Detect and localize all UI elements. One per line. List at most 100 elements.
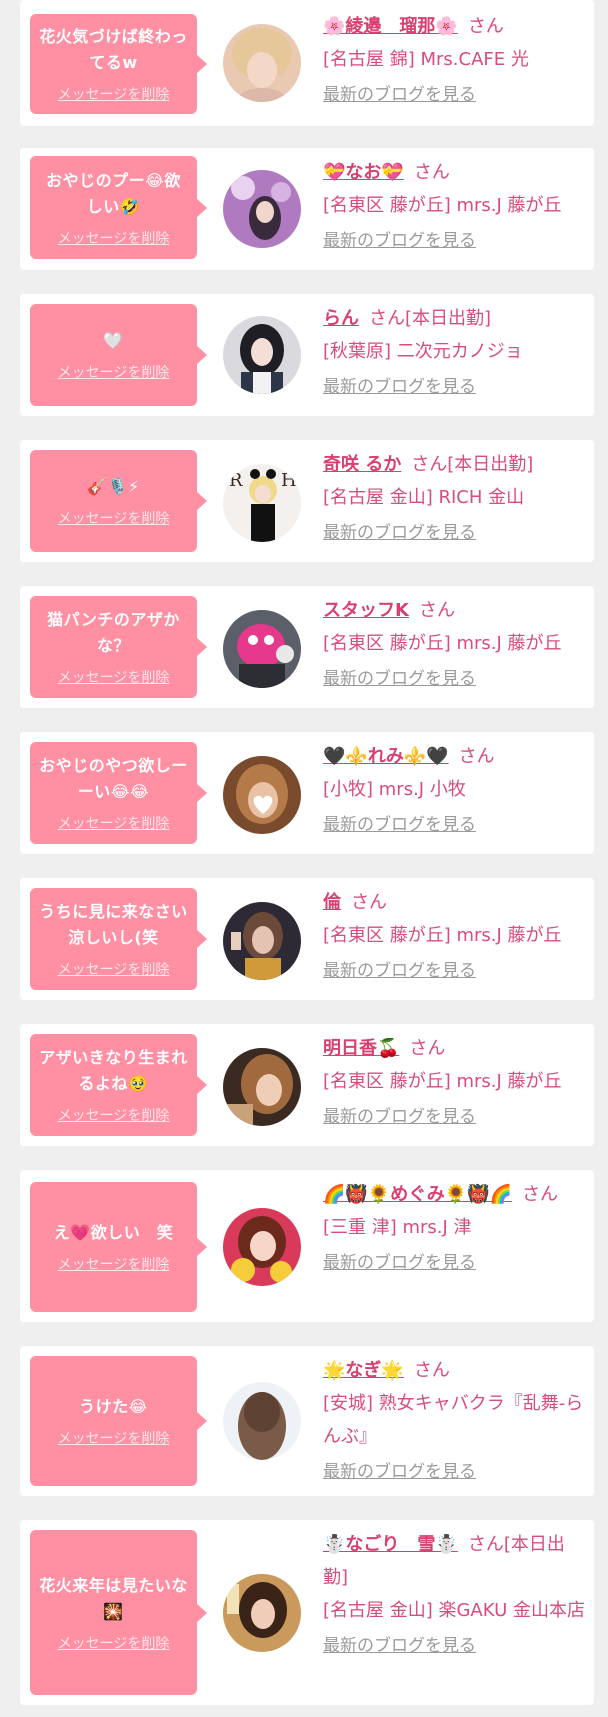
- delete-message-link[interactable]: メッセージを削除: [58, 228, 170, 248]
- delete-message-link[interactable]: メッセージを削除: [58, 1254, 170, 1274]
- latest-blog-link[interactable]: 最新のブログを見る: [323, 79, 476, 112]
- latest-blog-link[interactable]: 最新のブログを見る: [323, 1101, 476, 1134]
- message-text: 猫パンチのアザかな？: [47, 610, 180, 655]
- delete-message-link[interactable]: メッセージを削除: [58, 1428, 170, 1448]
- delete-message-link[interactable]: メッセージを削除: [58, 84, 170, 104]
- svg-text:R: R: [229, 470, 243, 491]
- message-bubble: え💗欲しい 笑 メッセージを削除: [30, 1182, 197, 1312]
- avatar[interactable]: RH: [223, 464, 301, 542]
- honorific: さん: [411, 454, 448, 475]
- shop-label: [名古屋 金山] RICH 金山: [323, 487, 525, 508]
- user-name-link[interactable]: 倫: [323, 892, 341, 913]
- user-name-link[interactable]: 🖤⚜️れみ⚜️🖤: [323, 746, 449, 767]
- user-name-link[interactable]: 🌈👹🌻めぐみ🌻👹🌈: [323, 1184, 512, 1205]
- shop-label: [三重 津] mrs.J 津: [323, 1217, 472, 1238]
- message-bubble: 🎸🎙️⚡ メッセージを削除: [30, 450, 197, 552]
- latest-blog-link[interactable]: 最新のブログを見る: [323, 663, 476, 696]
- message-bubble: 花火来年は見たいな🎇 メッセージを削除: [30, 1530, 197, 1695]
- user-info: 💝なお💝 さん [名東区 藤が丘] mrs.J 藤が丘 最新のブログを見る: [323, 156, 587, 258]
- delete-message-link[interactable]: メッセージを削除: [58, 667, 170, 687]
- honorific: さん: [467, 16, 504, 37]
- message-card: うちに見に来なさい涼しいし(笑 メッセージを削除 倫さん [名東区 藤が丘] m…: [20, 878, 594, 1000]
- shop-label: [名東区 藤が丘] mrs.J 藤が丘: [323, 633, 562, 654]
- avatar[interactable]: [223, 1382, 301, 1460]
- shop-label: [小牧] mrs.J 小牧: [323, 779, 466, 800]
- avatar[interactable]: [223, 1048, 301, 1126]
- latest-blog-link[interactable]: 最新のブログを見る: [323, 809, 476, 842]
- latest-blog-link[interactable]: 最新のブログを見る: [323, 517, 476, 550]
- user-info: 奇咲 るか さん[本日出勤] [名古屋 金山] RICH 金山 最新のブログを見る: [323, 448, 587, 550]
- delete-message-link[interactable]: メッセージを削除: [58, 959, 170, 979]
- message-card: 🎸🎙️⚡ メッセージを削除 RH 奇咲 るか さん[本日出勤] [名古屋 金山] …: [20, 440, 594, 562]
- honorific: さん: [467, 1534, 504, 1555]
- user-info: 倫さん [名東区 藤が丘] mrs.J 藤が丘 最新のブログを見る: [323, 886, 587, 988]
- message-card: うけた😂 メッセージを削除 🌟なぎ🌟 さん [安城] 熟女キャバクラ『乱舞-らんぶ…: [20, 1346, 594, 1496]
- message-card: 猫パンチのアザかな？ メッセージを削除 スタッフK さん [名東区 藤が丘] mr…: [20, 586, 594, 708]
- latest-blog-link[interactable]: 最新のブログを見る: [323, 955, 476, 988]
- latest-blog-link[interactable]: 最新のブログを見る: [323, 1247, 476, 1280]
- shop-label: [秋葉原] 二次元カノジョ: [323, 341, 523, 362]
- user-name-link[interactable]: 奇咲 るか: [323, 454, 401, 475]
- user-info: 🌸綾邉 瑠那🌸 さん [名古屋 錦] Mrs.CAFE 光 最新のブログを見る: [323, 10, 587, 112]
- message-bubble: うけた😂 メッセージを削除: [30, 1356, 197, 1486]
- user-name-link[interactable]: 明日香🍒: [323, 1038, 399, 1059]
- attendance-status: [本日出勤]: [447, 454, 534, 475]
- message-text: おやじのやつ欲しーーい😂😂: [39, 756, 188, 801]
- svg-text:H: H: [281, 470, 297, 491]
- shop-label: [名東区 藤が丘] mrs.J 藤が丘: [323, 195, 562, 216]
- user-name-link[interactable]: 🌸綾邉 瑠那🌸: [323, 16, 458, 37]
- avatar[interactable]: [223, 756, 301, 834]
- message-card: え💗欲しい 笑 メッセージを削除 🌈👹🌻めぐみ🌻👹🌈 さん [三重 津] mrs.…: [20, 1170, 594, 1322]
- user-info: スタッフK さん [名東区 藤が丘] mrs.J 藤が丘 最新のブログを見る: [323, 594, 587, 696]
- avatar[interactable]: [223, 610, 301, 688]
- avatar[interactable]: [223, 1574, 301, 1652]
- message-text: うちに見に来なさい涼しいし(笑: [39, 902, 188, 947]
- honorific: さん: [522, 1184, 559, 1205]
- user-name-link[interactable]: ☃️なごり 雪☃️: [323, 1534, 458, 1555]
- user-name-link[interactable]: らん: [323, 308, 359, 329]
- latest-blog-link[interactable]: 最新のブログを見る: [323, 1456, 476, 1489]
- message-card: アザいきなり生まれるよね🥹 メッセージを削除 明日香🍒 さん [名東区 藤が丘] …: [20, 1024, 594, 1146]
- user-name-link[interactable]: 🌟なぎ🌟: [323, 1360, 404, 1381]
- message-card: 花火来年は見たいな🎇 メッセージを削除 ☃️なごり 雪☃️ さん[本日出勤] [名…: [20, 1520, 594, 1705]
- delete-message-link[interactable]: メッセージを削除: [58, 508, 170, 528]
- message-text: 🎸🎙️⚡: [87, 477, 140, 496]
- user-info: 🌈👹🌻めぐみ🌻👹🌈 さん [三重 津] mrs.J 津 最新のブログを見る: [323, 1178, 587, 1280]
- delete-message-link[interactable]: メッセージを削除: [58, 1105, 170, 1125]
- shop-label: [安城] 熟女キャバクラ『乱舞-らんぶ』: [323, 1393, 584, 1447]
- avatar[interactable]: [223, 316, 301, 394]
- message-text: アザいきなり生まれるよね🥹: [39, 1048, 188, 1093]
- message-text: おやじのプー😂欲しい🤣: [46, 170, 181, 216]
- delete-message-link[interactable]: メッセージを削除: [58, 362, 170, 382]
- shop-label: [名東区 藤が丘] mrs.J 藤が丘: [323, 1071, 562, 1092]
- message-bubble: アザいきなり生まれるよね🥹 メッセージを削除: [30, 1034, 197, 1136]
- avatar[interactable]: [223, 1208, 301, 1286]
- user-info: 明日香🍒 さん [名東区 藤が丘] mrs.J 藤が丘 最新のブログを見る: [323, 1032, 587, 1134]
- latest-blog-link[interactable]: 最新のブログを見る: [323, 1630, 476, 1663]
- honorific: さん: [418, 600, 455, 621]
- user-name-link[interactable]: 💝なお💝: [323, 162, 404, 183]
- latest-blog-link[interactable]: 最新のブログを見る: [323, 225, 476, 258]
- attendance-status: [本日出勤]: [405, 308, 492, 329]
- avatar[interactable]: [223, 902, 301, 980]
- delete-message-link[interactable]: メッセージを削除: [58, 813, 170, 833]
- latest-blog-link[interactable]: 最新のブログを見る: [323, 371, 476, 404]
- shop-label: [名東区 藤が丘] mrs.J 藤が丘: [323, 925, 562, 946]
- honorific: さん: [458, 746, 495, 767]
- shop-label: [名古屋 錦] Mrs.CAFE 光: [323, 49, 529, 70]
- message-bubble: うちに見に来なさい涼しいし(笑 メッセージを削除: [30, 888, 197, 990]
- avatar[interactable]: [223, 170, 301, 248]
- avatar[interactable]: [223, 24, 301, 102]
- honorific: さん: [413, 1360, 450, 1381]
- message-card: 🤍 メッセージを削除 らん さん[本日出勤] [秋葉原] 二次元カノジョ 最新のブ…: [20, 294, 594, 416]
- user-info: 🖤⚜️れみ⚜️🖤 さん [小牧] mrs.J 小牧 最新のブログを見る: [323, 740, 587, 842]
- message-card: 花火気づけば終わってるw メッセージを削除 🌸綾邉 瑠那🌸 さん [名古屋 錦] …: [20, 0, 594, 126]
- message-text: 花火来年は見たいな🎇: [39, 1575, 188, 1621]
- user-name-link[interactable]: スタッフK: [323, 600, 409, 621]
- honorific: さん: [413, 162, 450, 183]
- user-info: ☃️なごり 雪☃️ さん[本日出勤] [名古屋 金山] 楽GAKU 金山本店 最新…: [323, 1528, 587, 1663]
- message-text: 花火気づけば終わってるw: [39, 27, 188, 72]
- message-bubble: おやじのやつ欲しーーい😂😂 メッセージを削除: [30, 742, 197, 844]
- delete-message-link[interactable]: メッセージを削除: [58, 1633, 170, 1653]
- honorific: さん: [409, 1038, 446, 1059]
